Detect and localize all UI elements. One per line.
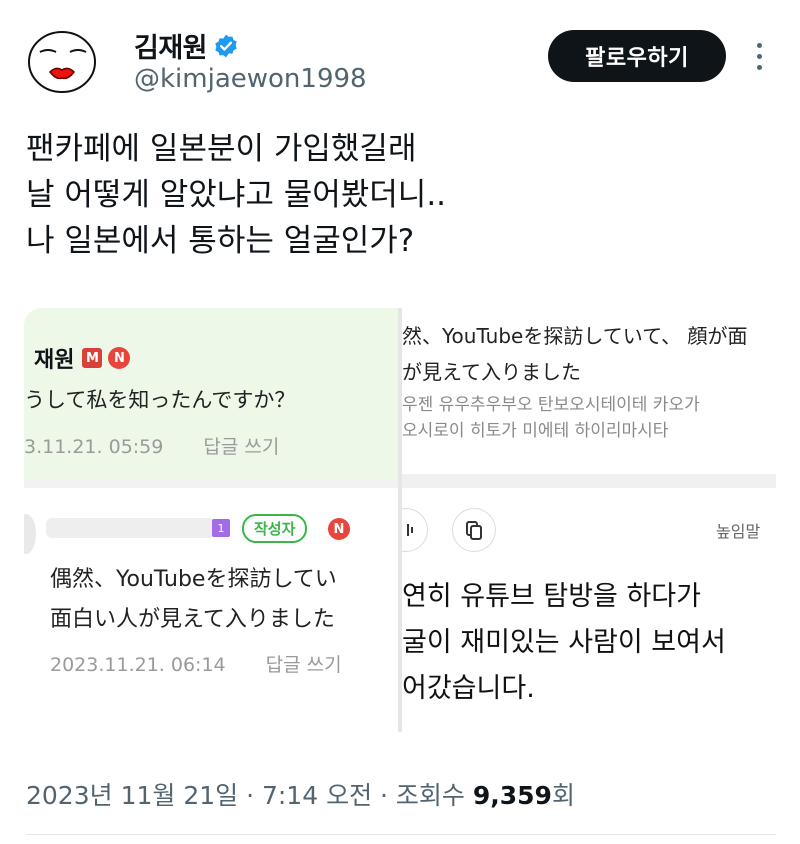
- reply-link: 답글 쓰기: [203, 436, 280, 458]
- question-comment: 재원 M N うして私を知ったんですか？ 3.11.21. 05:59 답글 쓰…: [24, 308, 398, 480]
- answer-line: 面白い人が見えて入りました: [50, 607, 335, 632]
- blurred-username: [46, 518, 216, 538]
- media-attachment[interactable]: 재원 M N うして私を知ったんですか？ 3.11.21. 05:59 답글 쓰…: [24, 308, 776, 732]
- source-line: が見えて入りました: [402, 360, 581, 384]
- audio-icon: [402, 508, 428, 552]
- more-dot: [756, 42, 762, 48]
- divider: [402, 474, 776, 488]
- honorific-label: 높임말: [716, 522, 761, 541]
- date-time[interactable]: 2023년 11월 21일 · 7:14 오전 · 조회수: [26, 781, 473, 810]
- media-image-left[interactable]: 재원 M N うして私を知ったんですか？ 3.11.21. 05:59 답글 쓰…: [24, 308, 398, 732]
- sound-wave-icon: [407, 524, 413, 536]
- comment-author-name: 재원: [34, 348, 75, 373]
- divider: [24, 480, 398, 488]
- view-count: 9,359: [472, 781, 552, 810]
- pronunciation-text: 우젠 유우추우부오 탄보오시테이테 카오가오시로이 히토가 미에테 하이리마시타: [402, 392, 700, 444]
- comment-author: 재원 M N: [34, 342, 131, 374]
- question-text: うして私を知ったんですか？: [24, 388, 296, 412]
- level-badge-icon: 1: [212, 519, 230, 537]
- answer-line: 偶然、YouTubeを探訪してい: [50, 567, 337, 592]
- pronunciation-line: 오시로이 히토가 미에테 하이리마시타: [402, 421, 669, 441]
- new-badge: N: [108, 347, 131, 369]
- tweet-header: 김재원 @kimjaewon1998 팔로우하기: [0, 0, 800, 110]
- media-image-right[interactable]: 然、YouTubeを探訪していて、 顔が面 が見えて入りました 우젠 유우추우부오…: [402, 308, 776, 732]
- user-handle[interactable]: @kimjaewon1998: [134, 64, 367, 94]
- view-suffix: 회: [551, 781, 575, 810]
- name-row: 김재원: [134, 26, 239, 65]
- translation-line: 굴이 재미있는 사람이 보여서: [402, 627, 726, 658]
- answer-text: 偶然、YouTubeを探訪してい 面白い人が見えて入りました: [50, 560, 337, 640]
- user-avatar[interactable]: [26, 28, 102, 94]
- translation-line: 어갔습니다.: [402, 673, 535, 704]
- pronunciation-line: 우젠 유우추우부오 탄보오시테이테 카오가: [402, 395, 700, 415]
- more-vertical-icon[interactable]: [746, 36, 772, 76]
- tweet-text: 팬카페에 일본분이 가입했길래날 어떻게 알았냐고 물어봤더니.. 나 일본에서 …: [26, 126, 776, 264]
- comment-time: 3.11.21. 05:59: [24, 436, 164, 458]
- blurred-avatar: [24, 514, 36, 554]
- divider: [26, 834, 776, 835]
- source-text: 然、YouTubeを探訪していて、 顔が面 が見えて入りました: [402, 318, 748, 390]
- follow-button[interactable]: 팔로우하기: [548, 30, 726, 82]
- author-tag: 작성자: [242, 514, 308, 543]
- manager-badge: M: [82, 348, 103, 368]
- answer-time: 2023.11.21. 06:14: [50, 654, 226, 676]
- comment-meta: 3.11.21. 05:59 답글 쓰기: [24, 432, 279, 459]
- copy-icon-glyph: [466, 521, 482, 540]
- copy-icon: [452, 508, 496, 552]
- tweet-line: 팬카페에 일본분이 가입했길래: [26, 131, 417, 167]
- tweet-line: 나 일본에서 통하는 얼굴인가?: [26, 223, 415, 259]
- answer-meta: 2023.11.21. 06:14 답글 쓰기: [50, 650, 342, 677]
- more-dot: [756, 64, 762, 70]
- translation-text: 연히 유튜브 탐방을 하다가굴이 재미있는 사람이 보여서어갔습니다.: [402, 574, 726, 712]
- reply-link: 답글 쓰기: [265, 654, 342, 676]
- more-dot: [756, 53, 762, 59]
- verified-badge-icon: [215, 34, 237, 57]
- source-line: 然、YouTubeを探訪していて、 顔が面: [402, 324, 748, 348]
- tweet-line: 날 어떻게 알았냐고 물어봤더니..: [26, 177, 447, 213]
- new-badge: N: [328, 518, 350, 540]
- display-name[interactable]: 김재원: [134, 26, 208, 65]
- translation-line: 연히 유튜브 탐방을 하다가: [402, 581, 701, 612]
- tweet-timestamp[interactable]: 2023년 11월 21일 · 7:14 오전 · 조회수 9,359회: [26, 776, 575, 812]
- drawn-face-avatar-icon: [28, 31, 96, 93]
